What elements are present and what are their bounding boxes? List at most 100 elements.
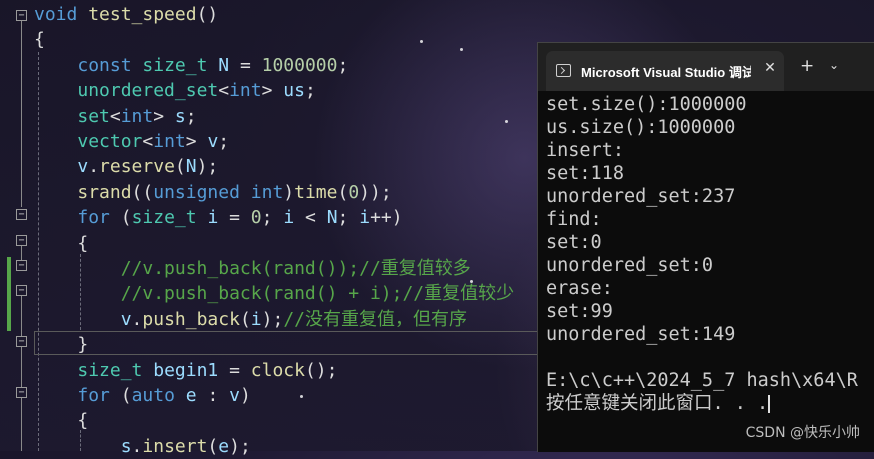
code-token: ); xyxy=(261,308,284,330)
background-star xyxy=(420,40,423,43)
code-token: . xyxy=(131,435,143,457)
code-token: (); xyxy=(304,359,338,381)
code-token: < xyxy=(218,80,230,102)
fold-toggle-icon[interactable]: − xyxy=(16,10,27,21)
background-star xyxy=(505,120,508,123)
code-line[interactable]: v.push_back(i);//没有重复值，但有序 xyxy=(34,307,467,332)
code-token: } xyxy=(34,334,89,356)
fold-toggle-icon[interactable]: − xyxy=(16,235,27,246)
code-line[interactable]: } xyxy=(34,332,88,357)
current-line-highlight xyxy=(34,331,554,355)
code-token: N xyxy=(185,156,197,178)
fold-line xyxy=(21,347,22,387)
console-line: insert: xyxy=(546,140,624,161)
code-line[interactable]: unordered_set<int> us; xyxy=(34,78,316,103)
code-token: insert xyxy=(142,435,208,457)
code-line[interactable]: for (auto e : v) xyxy=(34,383,251,408)
code-token: ; xyxy=(337,207,360,229)
code-line[interactable]: //v.push_back(rand() + i);//重复值较少 xyxy=(34,281,514,306)
code-line[interactable]: //v.push_back(rand());//重复值较多 xyxy=(34,256,471,281)
code-line[interactable]: vector<int> v; xyxy=(34,129,229,154)
code-line[interactable]: const size_t N = 1000000; xyxy=(34,53,348,78)
code-line[interactable]: size_t begin1 = clock(); xyxy=(34,358,337,383)
code-token: int xyxy=(120,105,154,127)
code-token: int xyxy=(153,131,186,152)
code-token: > xyxy=(153,105,175,127)
close-icon[interactable]: ✕ xyxy=(762,60,778,78)
code-token: { xyxy=(34,29,45,51)
code-token: > xyxy=(185,131,208,152)
code-token: ; xyxy=(337,54,349,76)
code-token: srand xyxy=(77,181,132,203)
code-token: clock xyxy=(250,359,305,381)
code-line[interactable]: srand((unsigned int)time(0)); xyxy=(34,180,391,205)
code-token: ( xyxy=(337,181,349,203)
code-token: . xyxy=(131,308,143,330)
tab-debug-console[interactable]: Microsoft Visual Studio 调试控制台 ✕ xyxy=(546,51,784,91)
code-token: reserve xyxy=(99,156,175,178)
code-token: < xyxy=(294,207,327,229)
code-line[interactable]: for (size_t i = 0; i < N; i++) xyxy=(34,205,402,230)
console-output[interactable]: set.size():1000000 us.size():1000000 inser… xyxy=(546,93,874,452)
code-token: 1000000 xyxy=(261,54,338,76)
code-token: push_back xyxy=(142,308,240,330)
console-line: unordered_set:0 xyxy=(546,255,714,276)
debug-console-window[interactable]: Microsoft Visual Studio 调试控制台 ✕ + ⌄ set.… xyxy=(537,42,874,452)
code-token: < xyxy=(142,131,154,152)
code-line[interactable]: { xyxy=(34,231,88,256)
code-token: ( xyxy=(109,385,132,406)
console-line: find: xyxy=(546,209,602,230)
background-star xyxy=(300,395,303,398)
fold-toggle-icon[interactable]: − xyxy=(16,209,27,220)
new-tab-button[interactable]: + xyxy=(800,56,814,76)
code-line[interactable]: void test_speed() xyxy=(34,2,218,27)
code-token: ) xyxy=(283,181,295,203)
code-token: ; xyxy=(185,105,197,127)
code-line[interactable]: { xyxy=(34,408,88,433)
code-token: = xyxy=(229,54,262,76)
chevron-down-icon[interactable]: ⌄ xyxy=(829,58,839,72)
change-indicator xyxy=(7,257,11,331)
code-token: size_t xyxy=(77,359,143,381)
terminal-tab-bar: Microsoft Visual Studio 调试控制台 ✕ + ⌄ xyxy=(538,43,874,91)
terminal-icon xyxy=(556,64,571,77)
fold-toggle-icon[interactable]: − xyxy=(16,285,27,296)
background-star xyxy=(460,48,463,51)
console-line: 按任意键关闭此窗口. . . xyxy=(546,393,771,414)
code-token: time xyxy=(294,181,338,203)
fold-toggle-icon[interactable]: − xyxy=(16,336,27,347)
code-line[interactable]: { xyxy=(34,27,45,52)
code-line[interactable]: set<int> s; xyxy=(34,104,197,129)
code-line[interactable]: s.insert(e); xyxy=(34,434,251,459)
console-line: set:118 xyxy=(546,163,624,184)
code-token: test_speed xyxy=(88,4,197,25)
code-token: ) xyxy=(239,385,251,406)
code-token: e xyxy=(218,435,230,457)
code-token: 0 xyxy=(250,207,262,229)
code-token: ); xyxy=(229,435,251,457)
code-token: ; xyxy=(304,80,316,102)
code-token: //没有重复值，但有序 xyxy=(283,308,467,330)
code-token: < xyxy=(109,105,121,127)
fold-line xyxy=(21,296,22,336)
code-token: ; xyxy=(261,207,284,229)
fold-toggle-icon[interactable]: − xyxy=(16,387,27,398)
code-line[interactable]: v.reserve(N); xyxy=(34,154,218,179)
code-token: vector xyxy=(77,131,143,152)
code-token: set xyxy=(77,105,110,127)
console-line: E:\c\c++\2024_5_7 hash\x64\R xyxy=(546,370,858,391)
code-token: N xyxy=(326,207,338,229)
fold-toggle-icon[interactable]: − xyxy=(16,260,27,271)
